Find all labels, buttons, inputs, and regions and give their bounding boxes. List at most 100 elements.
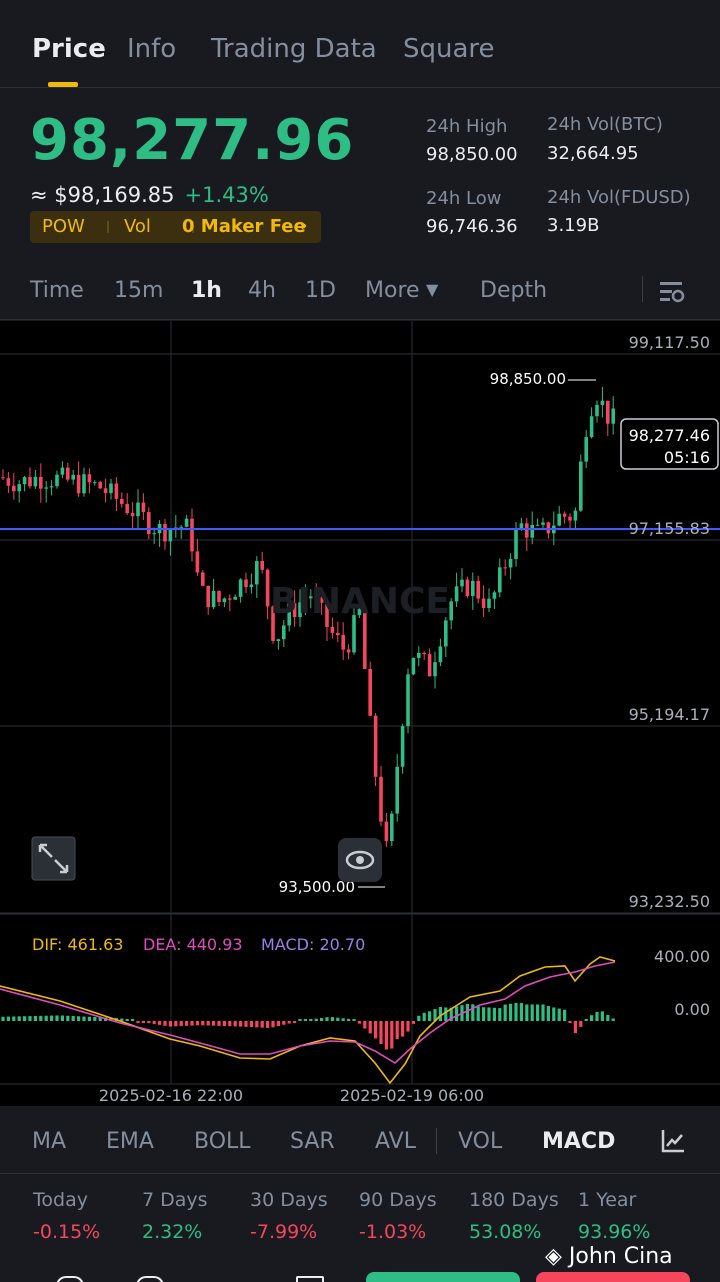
macd-histogram-bar bbox=[125, 1019, 129, 1021]
macd-histogram-bar bbox=[12, 1016, 16, 1021]
candle-body bbox=[373, 715, 378, 777]
y-axis-label: 99,117.50 bbox=[629, 333, 710, 352]
more-icon[interactable] bbox=[56, 1276, 84, 1282]
candle-body bbox=[190, 518, 194, 552]
macd-histogram-bar bbox=[379, 1021, 383, 1044]
macd-histogram-bar bbox=[314, 1018, 318, 1021]
perf-value-180d: 53.08% bbox=[469, 1221, 542, 1243]
tab-price[interactable]: Price bbox=[32, 34, 106, 64]
candle-body bbox=[573, 510, 578, 521]
macd-histogram-bar bbox=[309, 1019, 313, 1021]
candle-body bbox=[17, 484, 21, 492]
macd-histogram-bar bbox=[395, 1021, 399, 1040]
indicator-boll[interactable]: BOLL bbox=[194, 1129, 251, 1154]
tag-bar[interactable]: POW ❘ Vol ❘ 0 Maker Fee › bbox=[30, 211, 321, 243]
tag-pow[interactable]: POW bbox=[42, 216, 85, 237]
macd-histogram-bar bbox=[50, 1015, 54, 1021]
buy-button[interactable] bbox=[366, 1272, 520, 1282]
chart-settings-icon[interactable] bbox=[658, 278, 686, 306]
x-axis-label: 2025-02-19 06:00 bbox=[340, 1086, 484, 1105]
indicator-vol[interactable]: VOL bbox=[458, 1129, 502, 1154]
interval-more[interactable]: More bbox=[365, 278, 420, 303]
perf-value-7d: 2.32% bbox=[142, 1221, 203, 1243]
perf-value-1y: 93.96% bbox=[578, 1221, 651, 1243]
candle-body bbox=[217, 591, 221, 603]
top-tab-bar: Price Info Trading Data Square bbox=[0, 0, 720, 88]
macd-dea-label: DEA: 440.93 bbox=[143, 935, 243, 954]
candle-body bbox=[508, 558, 513, 568]
tab-square[interactable]: Square bbox=[403, 34, 495, 64]
indicator-ma[interactable]: MA bbox=[32, 1129, 66, 1154]
macd-histogram-bar bbox=[557, 1008, 561, 1021]
candle-body bbox=[60, 467, 65, 475]
macd-histogram-bar bbox=[233, 1021, 237, 1027]
macd-histogram-bar bbox=[498, 1008, 502, 1021]
chart-watermark: BINANCE bbox=[270, 581, 450, 622]
candle-body bbox=[201, 572, 205, 586]
interval-1d[interactable]: 1D bbox=[305, 278, 336, 303]
macd-dif-label: DIF: 461.63 bbox=[32, 935, 123, 954]
macd-histogram-bar bbox=[136, 1021, 140, 1023]
candle-body bbox=[228, 598, 232, 600]
candle-body bbox=[109, 483, 113, 494]
indicator-sar[interactable]: SAR bbox=[290, 1129, 335, 1154]
tag-maker-fee[interactable]: 0 Maker Fee bbox=[182, 216, 306, 237]
macd-histogram-bar bbox=[465, 1003, 469, 1021]
perf-value-90d: -1.03% bbox=[359, 1221, 427, 1243]
eye-icon[interactable] bbox=[338, 838, 382, 882]
macd-histogram-bar bbox=[536, 1004, 540, 1021]
tag-vol[interactable]: Vol bbox=[124, 216, 151, 237]
macd-histogram-bar bbox=[325, 1017, 329, 1021]
indicator-ema[interactable]: EMA bbox=[106, 1129, 154, 1154]
tab-info[interactable]: Info bbox=[127, 34, 176, 64]
candle-body bbox=[147, 512, 151, 535]
stat-high-label: 24h High bbox=[426, 116, 508, 137]
macd-histogram-bar bbox=[60, 1015, 64, 1021]
macd-histogram-bar bbox=[492, 1007, 496, 1021]
tab-trading-data[interactable]: Trading Data bbox=[211, 34, 377, 64]
futures-icon[interactable] bbox=[296, 1276, 324, 1282]
macd-histogram-bar bbox=[174, 1021, 178, 1027]
divider bbox=[642, 276, 643, 302]
candle-body bbox=[568, 516, 572, 521]
candle-body bbox=[465, 579, 470, 596]
candle-body bbox=[103, 488, 108, 494]
candle-body bbox=[39, 476, 43, 489]
candle-body bbox=[120, 498, 124, 504]
perf-label-180d: 180 Days bbox=[469, 1189, 559, 1211]
macd-histogram-bar bbox=[158, 1021, 162, 1025]
macd-histogram-bar bbox=[66, 1015, 70, 1021]
candle-body bbox=[179, 526, 183, 528]
candle-body bbox=[6, 478, 11, 486]
interval-1h[interactable]: 1h bbox=[191, 278, 222, 303]
alert-icon[interactable] bbox=[136, 1276, 164, 1282]
macd-histogram-bar bbox=[298, 1019, 302, 1021]
macd-histogram-bar bbox=[438, 1007, 442, 1021]
price-chart[interactable]: BINANCE 99,117.50 97,155.83 95,194.17 93… bbox=[0, 321, 720, 1106]
interval-depth[interactable]: Depth bbox=[480, 278, 547, 303]
candle-body bbox=[265, 569, 270, 607]
candle-body bbox=[71, 474, 75, 480]
interval-15m[interactable]: 15m bbox=[114, 278, 163, 303]
macd-histogram-bar bbox=[573, 1021, 577, 1034]
candle-body bbox=[163, 524, 167, 542]
caret-down-icon[interactable]: ▼ bbox=[426, 280, 438, 299]
macd-histogram-bar bbox=[17, 1016, 21, 1021]
indicator-macd[interactable]: MACD bbox=[542, 1129, 615, 1154]
candle-body bbox=[195, 551, 200, 573]
macd-histogram-bar bbox=[260, 1021, 264, 1028]
stat-low-value: 96,746.36 bbox=[426, 216, 518, 237]
indicator-avl[interactable]: AVL bbox=[375, 1129, 416, 1154]
macd-histogram-bar bbox=[28, 1016, 32, 1021]
indicator-settings-icon[interactable] bbox=[660, 1128, 686, 1154]
candle-body bbox=[87, 474, 92, 483]
interval-time[interactable]: Time bbox=[30, 278, 84, 303]
expand-icon[interactable] bbox=[31, 836, 76, 881]
candlestick-chart[interactable]: BINANCE 99,117.50 97,155.83 95,194.17 93… bbox=[0, 321, 720, 1106]
interval-4h[interactable]: 4h bbox=[248, 278, 276, 303]
sell-button[interactable] bbox=[536, 1272, 690, 1282]
macd-histogram-bar bbox=[168, 1021, 172, 1027]
macd-histogram-bar bbox=[249, 1021, 253, 1028]
candle-body bbox=[579, 461, 583, 511]
candle-body bbox=[406, 674, 410, 727]
